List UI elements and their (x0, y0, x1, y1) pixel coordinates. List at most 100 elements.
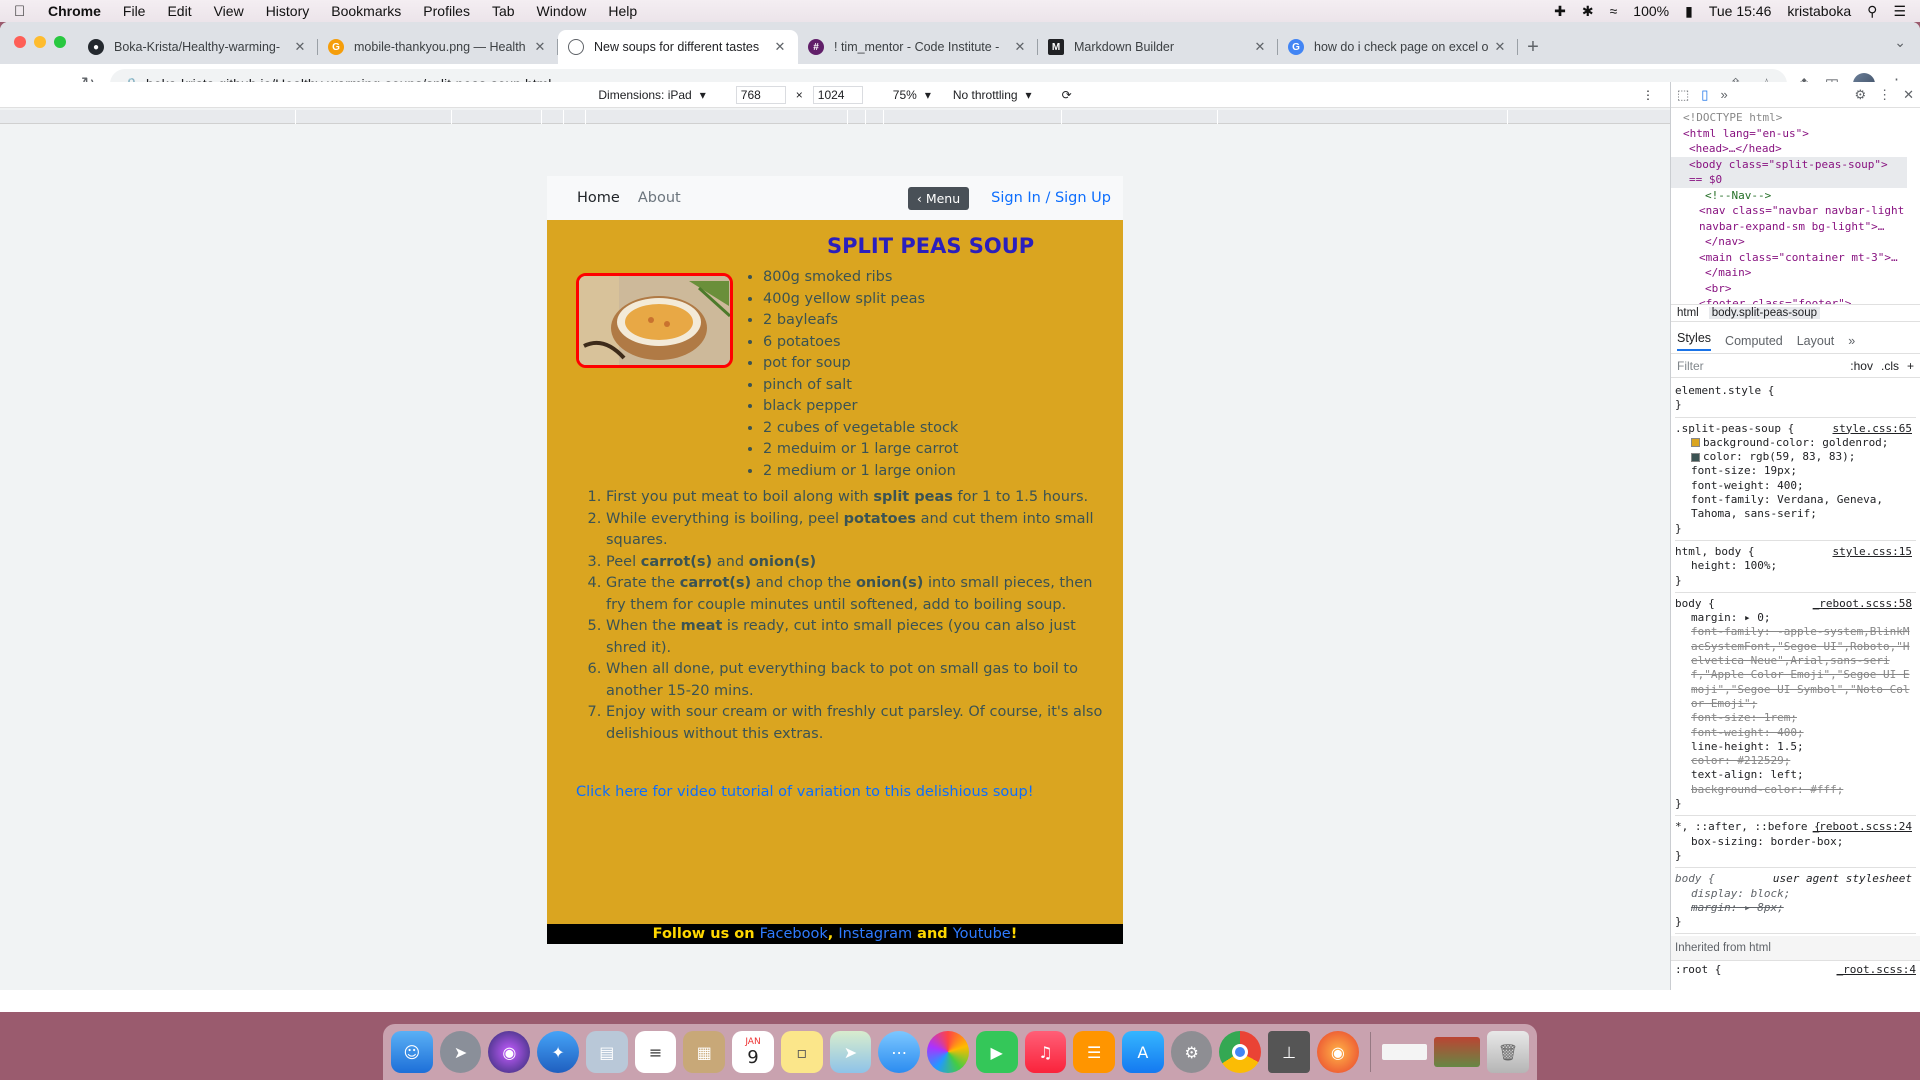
close-icon[interactable]: ✕ (292, 39, 308, 55)
calendar-icon[interactable]: JAN 9 (732, 1031, 774, 1073)
tab-slack[interactable]: # ! tim_mentor - Code Institute - ✕ (798, 30, 1038, 64)
minimize-window-button[interactable] (34, 36, 46, 48)
devtools-more-icon[interactable]: ⋮ (1878, 87, 1891, 103)
hov-toggle[interactable]: :hov (1850, 359, 1873, 373)
dom-node[interactable]: </nav> (1683, 234, 1920, 250)
dom-node[interactable]: <main class="container mt-3">… (1683, 250, 1920, 266)
siri-icon[interactable]: ◉ (488, 1031, 531, 1073)
style-rule[interactable]: html, body { style.css:15 height: 100%; … (1675, 541, 1916, 593)
color-swatch[interactable] (1691, 438, 1700, 448)
rule-source-link[interactable]: style.css:65 (1833, 422, 1912, 436)
tab-search-icon[interactable]: ⌄ (1894, 34, 1906, 51)
rule-source-link[interactable]: _root.scss:4 (1837, 963, 1916, 977)
close-icon[interactable]: ✕ (1492, 39, 1508, 55)
close-window-button[interactable] (14, 36, 26, 48)
dom-node[interactable]: <nav class="navbar navbar-light navbar-e… (1683, 203, 1919, 234)
css-property[interactable]: margin: ▸ 0; (1675, 611, 1916, 625)
css-property[interactable]: display: block; (1675, 887, 1916, 901)
nav-home-link[interactable]: Home (577, 190, 620, 206)
tab-styles[interactable]: Styles (1677, 331, 1712, 351)
stickies-icon[interactable]: ▫ (780, 1031, 823, 1073)
media-query-segment[interactable] (1218, 110, 1508, 124)
launchpad-icon[interactable]: ➤ (439, 1031, 482, 1073)
battery-percent[interactable]: 100% (1633, 3, 1669, 19)
tab-gitpod[interactable]: G mobile-thankyou.png — Health ✕ (318, 30, 558, 64)
facetime-icon[interactable]: ▶ (975, 1031, 1018, 1073)
bluetooth-icon[interactable]: ✱ (1582, 3, 1594, 20)
device-toggle-icon[interactable]: ▯ (1701, 87, 1708, 103)
preview-icon[interactable]: ▤ (585, 1031, 628, 1073)
css-property-overridden[interactable]: margin: ▸ 8px; (1675, 901, 1916, 915)
css-property[interactable]: font-size: 19px; (1675, 464, 1916, 478)
menubar-item-profiles[interactable]: Profiles (423, 3, 470, 19)
css-property-overridden[interactable]: color: #212529; (1675, 754, 1916, 768)
dom-node[interactable]: <!--Nav--> (1683, 188, 1920, 204)
books-icon[interactable]: ☰ (1073, 1031, 1116, 1073)
settings-gear-icon[interactable]: ⚙ (1854, 87, 1866, 103)
dom-node-selected[interactable]: <body class="split-peas-soup"> == $0 (1671, 156, 1907, 188)
downloads-stack-icon[interactable] (1381, 1044, 1428, 1060)
style-rule[interactable]: .split-peas-soup { style.css:65 backgrou… (1675, 418, 1916, 541)
tab-markdown[interactable]: M Markdown Builder ✕ (1038, 30, 1278, 64)
color-swatch[interactable] (1691, 452, 1700, 462)
menubar-item-tab[interactable]: Tab (492, 3, 515, 19)
css-property-overridden[interactable]: font-weight: 400; (1675, 726, 1916, 740)
battery-icon[interactable]: ▮ (1685, 3, 1693, 20)
maps-icon[interactable]: ➤ (829, 1031, 872, 1073)
menubar-item-edit[interactable]: Edit (167, 3, 191, 19)
app-store-icon[interactable]: A (1122, 1031, 1164, 1073)
style-rule[interactable]: body { user agent stylesheet display: bl… (1675, 868, 1916, 935)
chrome-icon[interactable] (1219, 1031, 1262, 1073)
instruments-icon[interactable]: ⊥ (1268, 1031, 1310, 1073)
media-query-segment[interactable] (866, 110, 884, 124)
css-property[interactable]: text-align: left; (1675, 768, 1916, 782)
dom-node[interactable]: <footer class="footer">… (1683, 296, 1920, 304)
youtube-link[interactable]: Youtube (953, 926, 1011, 942)
width-input[interactable]: 768 (735, 85, 786, 104)
notes-brown-icon[interactable]: ▦ (683, 1031, 726, 1073)
menu-button[interactable]: ‹ Menu (907, 186, 970, 210)
more-panels-icon[interactable]: » (1720, 87, 1727, 102)
clock[interactable]: Tue 15:46 (1709, 3, 1772, 19)
media-query-segment[interactable] (564, 110, 586, 124)
tab-layout[interactable]: Layout (1797, 334, 1835, 348)
media-query-segment[interactable] (296, 110, 452, 124)
rule-source-link[interactable]: _reboot.scss:24 (1813, 820, 1912, 834)
menubar-item-help[interactable]: Help (608, 3, 637, 19)
media-query-bar[interactable] (0, 110, 1670, 124)
zoom-select[interactable]: 75% (893, 88, 917, 102)
css-property[interactable]: line-height: 1.5; (1675, 740, 1916, 754)
dom-node[interactable]: <br> (1683, 281, 1920, 297)
style-rule[interactable]: element.style { } (1675, 380, 1916, 418)
css-property[interactable]: height: 100%; (1675, 559, 1916, 573)
css-property[interactable]: color: rgb(59, 83, 83); (1675, 450, 1916, 464)
safari-icon[interactable]: ✦ (537, 1031, 579, 1073)
more-tabs-icon[interactable]: » (1848, 334, 1855, 348)
spotlight-search-icon[interactable]: ⚲ (1867, 3, 1877, 20)
media-query-segment[interactable] (586, 110, 848, 124)
photos-icon[interactable] (927, 1031, 969, 1073)
height-input[interactable]: 1024 (812, 85, 863, 104)
close-icon[interactable]: ✕ (772, 39, 788, 55)
tab-computed[interactable]: Computed (1725, 334, 1783, 348)
health-plus-icon[interactable]: ✚ (1554, 3, 1566, 20)
css-property[interactable]: font-family: Verdana, Geneva, Tahoma, sa… (1675, 493, 1916, 522)
close-icon[interactable]: ✕ (1012, 39, 1028, 55)
trash-icon[interactable]: 🗑 (1487, 1031, 1529, 1073)
media-query-segment[interactable] (452, 110, 542, 124)
breadcrumb-item[interactable]: body.split-peas-soup (1708, 307, 1820, 319)
rotate-icon[interactable]: ⟳ (1062, 88, 1072, 102)
cls-toggle[interactable]: .cls (1881, 359, 1899, 373)
music-icon[interactable]: ♫ (1024, 1031, 1067, 1073)
css-property[interactable]: font-weight: 400; (1675, 479, 1916, 493)
finder-icon[interactable]: ☺ (391, 1031, 433, 1073)
menubar-item-view[interactable]: View (214, 3, 244, 19)
root-rule[interactable]: :root { _root.scss:4 (1671, 961, 1920, 979)
throttling-select[interactable]: No throttling (953, 88, 1018, 102)
firefox-icon[interactable]: ◉ (1316, 1031, 1359, 1073)
css-property-overridden[interactable]: font-family: -apple-system,BlinkMacSyste… (1675, 625, 1916, 711)
signin-link[interactable]: Sign In / Sign Up (991, 190, 1111, 206)
dom-node[interactable]: <head>…</head> (1683, 141, 1920, 157)
style-rule[interactable]: body { _reboot.scss:58 margin: ▸ 0; font… (1675, 593, 1916, 817)
css-property-overridden[interactable]: background-color: #fff; (1675, 783, 1916, 797)
